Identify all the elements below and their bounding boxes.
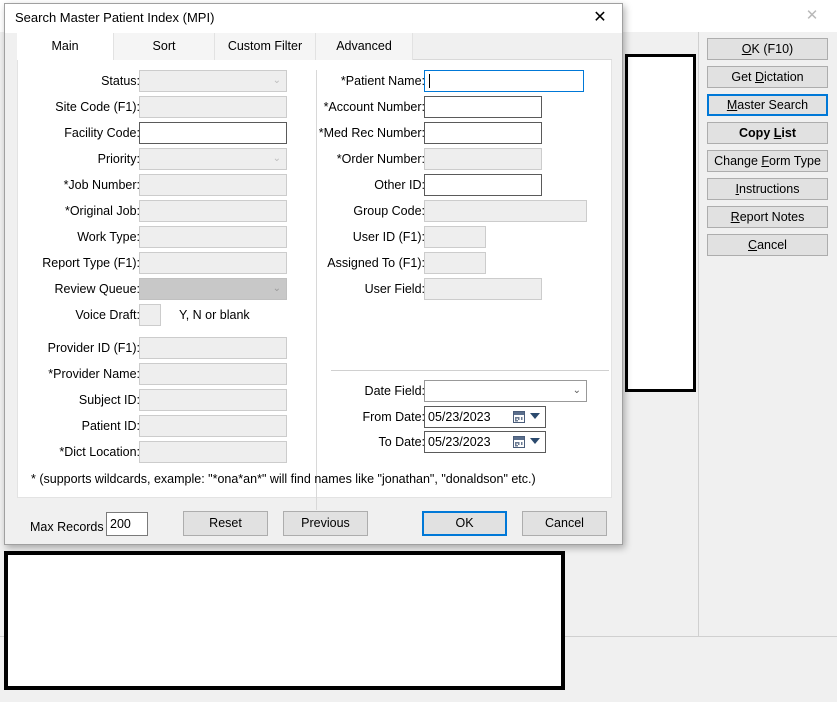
tab-label: Advanced	[336, 39, 392, 53]
tab-label: Main	[51, 39, 79, 53]
field-user-field[interactable]	[424, 278, 542, 300]
field-assigned-to-f1[interactable]	[424, 252, 486, 274]
tab-advanced[interactable]: Advanced	[316, 33, 413, 60]
label-from-date: From Date:	[362, 410, 425, 424]
label-account-number: *Account Number:	[323, 100, 425, 114]
chevron-down-icon[interactable]	[530, 413, 540, 419]
max-records-input[interactable]: 200	[106, 512, 148, 536]
field-account-number[interactable]	[424, 96, 542, 118]
close-icon[interactable]: ✕	[795, 4, 829, 28]
calendar-icon[interactable]	[513, 411, 525, 423]
calendar-icon[interactable]	[513, 436, 525, 448]
label-user-id-f1: User ID (F1):	[352, 230, 425, 244]
voice-draft-input[interactable]	[139, 304, 161, 326]
from-date-picker-value: 05/23/2023	[428, 410, 491, 424]
wildcard-note: * (supports wildcards, example: "*ona*an…	[31, 472, 536, 486]
label-date-field: Date Field:	[364, 384, 425, 398]
bg-button-change-form-type[interactable]: Change Form Type	[707, 150, 828, 172]
dialog-close-icon[interactable]: ✕	[578, 4, 622, 32]
voice-draft-hint: Y, N or blank	[179, 308, 250, 322]
bg-button-ok[interactable]: OK (F10)	[707, 38, 828, 60]
footer-button-previous[interactable]: Previous	[283, 511, 368, 536]
field-other-id[interactable]	[424, 174, 542, 196]
background-button-panel: OK (F10) Get Dictation Master Search Copy L…	[707, 38, 828, 262]
footer-button-reset[interactable]: Reset	[183, 511, 268, 536]
bg-button-copy-list[interactable]: Copy List	[707, 122, 828, 144]
label-user-field: User Field:	[364, 282, 425, 296]
date-field-select[interactable]: ⌄	[424, 380, 587, 402]
from-date-picker[interactable]: 05/23/2023	[424, 406, 546, 428]
bg-button-get-dictation[interactable]: Get Dictation	[707, 66, 828, 88]
field-user-id-f1[interactable]	[424, 226, 486, 248]
label-other-id: Other ID:	[374, 178, 425, 192]
tab-strip: Main Sort Custom Filter Advanced	[17, 33, 612, 60]
chevron-down-icon[interactable]	[530, 438, 540, 444]
footer-button-cancel[interactable]: Cancel	[522, 511, 607, 536]
dialog-title: Search Master Patient Index (MPI)	[15, 10, 215, 25]
to-date-picker-value: 05/23/2023	[428, 435, 491, 449]
background-editor-panel-bottom[interactable]	[4, 551, 565, 690]
tab-sort[interactable]: Sort	[114, 33, 215, 60]
max-records-label: Max Records	[30, 520, 104, 534]
label-patient-name: *Patient Name:	[340, 74, 425, 88]
date-section-divider	[331, 370, 609, 371]
bg-button-cancel[interactable]: Cancel	[707, 234, 828, 256]
field-provider-id-f1[interactable]	[139, 337, 287, 359]
search-mpi-dialog: Search Master Patient Index (MPI) ✕ Main…	[4, 3, 623, 545]
field-group-code[interactable]	[424, 200, 587, 222]
dialog-content-panel: Status: ⌄ Site Code (F1): Facility Code: Pri…	[17, 60, 612, 510]
field-patient-name[interactable]	[424, 70, 584, 92]
label-order-number: *Order Number:	[336, 152, 425, 166]
label-to-date: To Date:	[378, 435, 425, 449]
label-voice-draft: Voice Draft:	[75, 308, 140, 322]
text-caret	[429, 74, 430, 88]
footer-button-ok[interactable]: OK	[422, 511, 507, 536]
tab-custom-filter[interactable]: Custom Filter	[215, 33, 316, 60]
chevron-down-icon[interactable]: ⌄	[573, 381, 581, 401]
label-provider-id-f1: Provider ID (F1):	[47, 341, 140, 355]
tab-label: Custom Filter	[227, 39, 303, 53]
tab-label: Sort	[152, 39, 176, 53]
bg-button-master-search[interactable]: Master Search	[707, 94, 828, 116]
label-group-code: Group Code:	[353, 204, 425, 218]
tab-main[interactable]: Main	[17, 33, 114, 60]
field-med-rec-number[interactable]	[424, 122, 542, 144]
bg-button-report-notes[interactable]: Report Notes	[707, 206, 828, 228]
label-med-rec-number: *Med Rec Number:	[318, 126, 425, 140]
to-date-picker[interactable]: 05/23/2023	[424, 431, 546, 453]
field-order-number[interactable]	[424, 148, 542, 170]
background-editor-panel-top[interactable]	[625, 54, 696, 392]
background-vertical-divider	[698, 32, 699, 636]
label-assigned-to-f1: Assigned To (F1):	[327, 256, 425, 270]
bg-button-instructions[interactable]: Instructions	[707, 178, 828, 200]
